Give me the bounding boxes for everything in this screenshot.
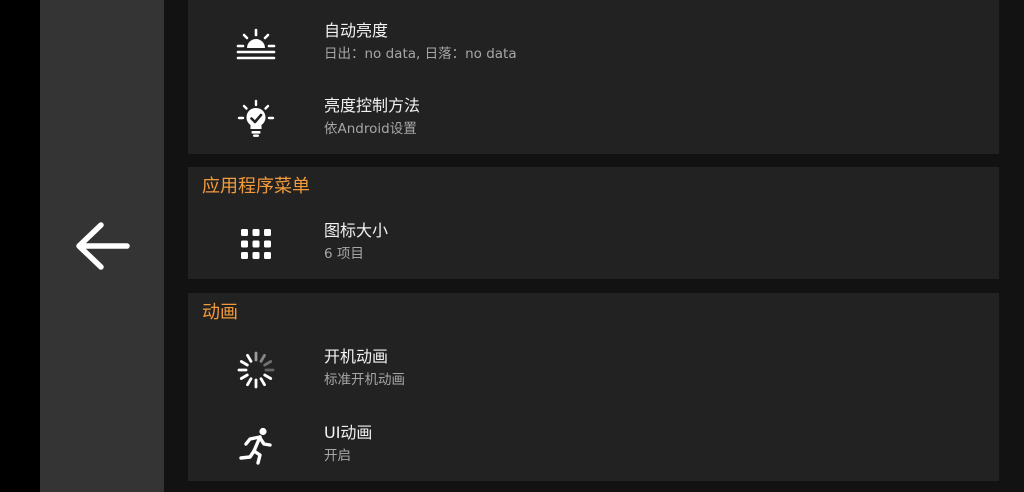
bulb-check-icon xyxy=(234,99,278,137)
brightness-control-subtitle: 依Android设置 xyxy=(324,121,417,137)
app-menu-card: 应用程序菜单 图标大小 6 项目 xyxy=(188,167,999,279)
icon-size-row[interactable]: 图标大小 6 项目 xyxy=(188,209,999,275)
brightness-control-row[interactable]: 亮度控制方法 依Android设置 xyxy=(188,84,999,150)
section-title-app-menu: 应用程序菜单 xyxy=(202,176,310,197)
display-card: 自动亮度 日出：no data, 日落：no data 亮度控制方法 依Andr… xyxy=(188,0,999,154)
boot-animation-subtitle: 标准开机动画 xyxy=(324,372,405,388)
auto-brightness-row[interactable]: 自动亮度 日出：no data, 日落：no data xyxy=(188,9,999,75)
animation-card: 动画 开机动画 标准开机动画 UI动画 开启 xyxy=(188,293,999,481)
grid-icon xyxy=(234,226,278,262)
icon-size-subtitle: 6 项目 xyxy=(324,246,364,262)
ui-animation-row[interactable]: UI动画 开启 xyxy=(188,411,999,477)
back-button[interactable] xyxy=(70,214,134,278)
auto-brightness-title: 自动亮度 xyxy=(324,21,389,40)
ui-animation-title: UI动画 xyxy=(324,423,373,442)
settings-list: 自动亮度 日出：no data, 日落：no data 亮度控制方法 依Andr… xyxy=(164,0,1024,492)
spinner-icon xyxy=(234,351,278,389)
sunrise-icon xyxy=(234,26,278,62)
settings-screen: 自动亮度 日出：no data, 日落：no data 亮度控制方法 依Andr… xyxy=(0,0,1024,492)
boot-animation-row[interactable]: 开机动画 标准开机动画 xyxy=(188,335,999,401)
brightness-control-title: 亮度控制方法 xyxy=(324,96,421,115)
auto-brightness-subtitle: 日出：no data, 日落：no data xyxy=(324,46,517,62)
ui-animation-subtitle: 开启 xyxy=(324,448,351,464)
icon-size-title: 图标大小 xyxy=(324,221,389,240)
section-title-animation: 动画 xyxy=(202,302,238,323)
nav-rail xyxy=(40,0,164,492)
boot-animation-title: 开机动画 xyxy=(324,347,389,366)
running-person-icon xyxy=(234,427,278,465)
arrow-left-icon xyxy=(76,222,130,270)
